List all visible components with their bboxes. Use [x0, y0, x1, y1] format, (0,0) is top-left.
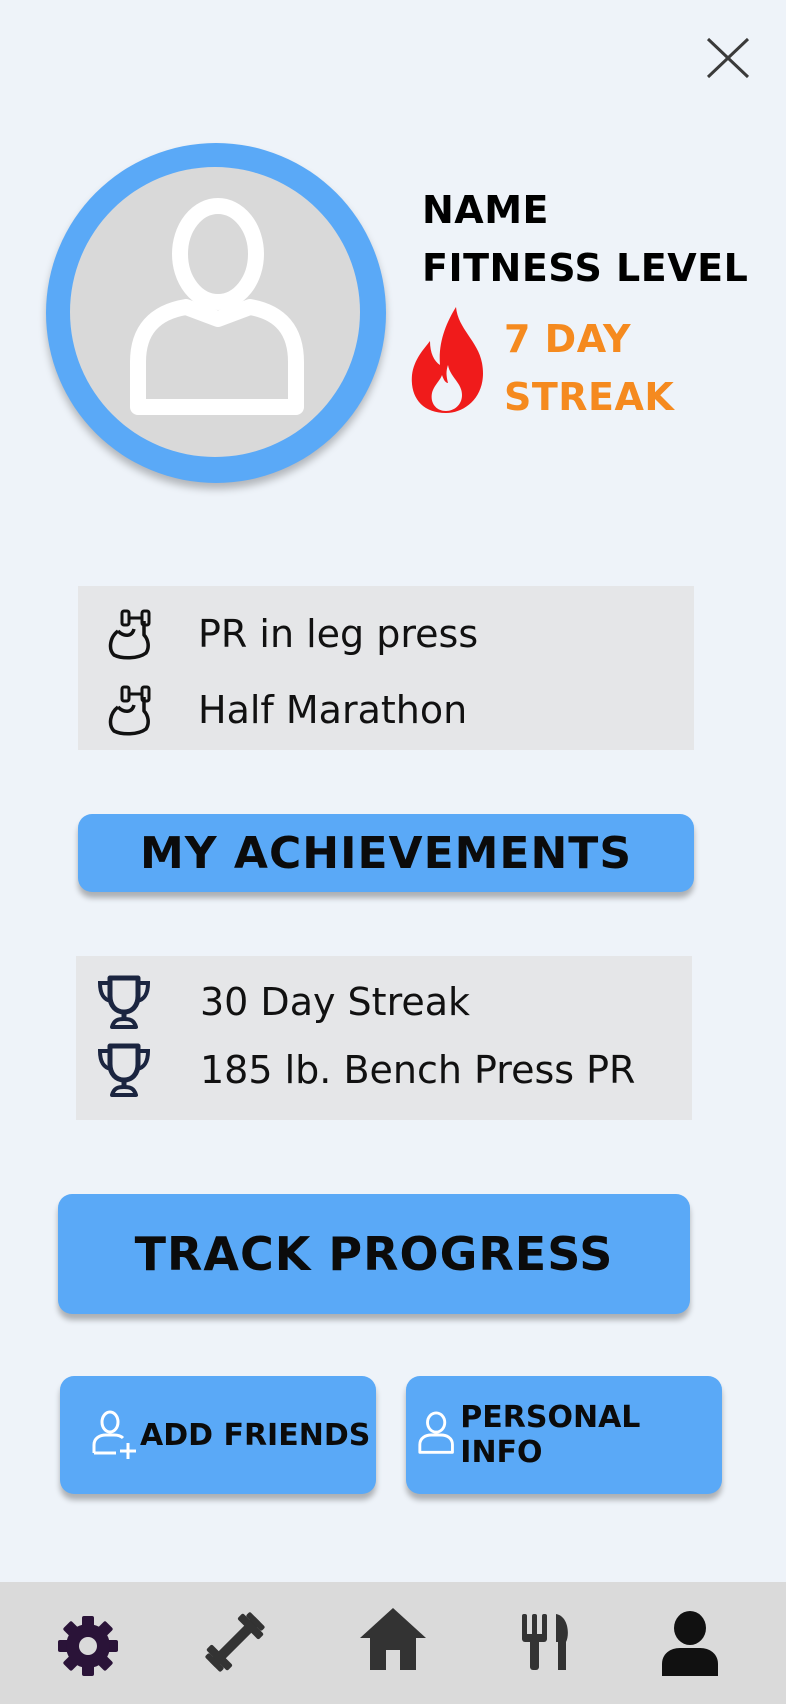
profile-icon: [662, 1611, 718, 1676]
user-icon: [418, 1411, 454, 1454]
add-user-icon: [92, 1410, 136, 1459]
close-icon: [706, 37, 750, 79]
close-button[interactable]: [700, 34, 756, 84]
nav-settings[interactable]: [56, 1614, 120, 1678]
streak-line-2: STREAK: [504, 375, 675, 419]
trophy-icon: [97, 1043, 151, 1097]
trophy-icon: [97, 975, 151, 1029]
list-item: 185 lb. Bench Press PR: [96, 1040, 635, 1100]
my-achievements-button[interactable]: MY ACHIEVEMENTS: [78, 814, 694, 892]
user-avatar-icon: [130, 198, 304, 415]
nav-workout[interactable]: [200, 1606, 270, 1678]
bottom-nav: [0, 1582, 786, 1704]
list-item-label: 185 lb. Bench Press PR: [200, 1048, 636, 1092]
personal-info-label: PERSONAL INFO: [460, 1400, 641, 1470]
list-item: 30 Day Streak: [96, 972, 470, 1032]
track-progress-button[interactable]: TRACK PROGRESS: [58, 1194, 690, 1314]
fork-knife-icon: [522, 1614, 568, 1670]
streak-label: 7 DAY STREAK: [504, 310, 674, 426]
dumbbell-icon: [205, 1612, 265, 1672]
personal-info-button[interactable]: PERSONAL INFO: [406, 1376, 722, 1494]
nav-profile[interactable]: [660, 1610, 720, 1678]
avatar[interactable]: [46, 143, 386, 483]
gear-icon: [58, 1616, 118, 1676]
flame-icon: [408, 303, 490, 415]
flexed-arm-dumbbell-icon: [108, 609, 151, 660]
list-item: PR in leg press: [104, 606, 478, 662]
list-item-label: Half Marathon: [198, 688, 468, 732]
flexed-arm-dumbbell-icon: [108, 685, 151, 736]
list-item-label: PR in leg press: [198, 612, 479, 656]
profile-name: NAME: [422, 188, 549, 232]
list-item-label: 30 Day Streak: [200, 980, 471, 1024]
recent-activity-card: PR in leg press Half Marathon: [78, 586, 694, 750]
achievements-card: 30 Day Streak 185 lb. Bench Press PR: [76, 956, 692, 1120]
add-friends-button[interactable]: ADD FRIENDS: [60, 1376, 376, 1494]
nav-home[interactable]: [358, 1606, 428, 1672]
nav-nutrition[interactable]: [520, 1612, 572, 1672]
fitness-level: FITNESS LEVEL: [422, 246, 749, 290]
home-icon: [360, 1608, 426, 1670]
list-item: Half Marathon: [104, 682, 467, 738]
streak-line-1: 7 DAY: [504, 317, 632, 361]
my-achievements-label: MY ACHIEVEMENTS: [139, 827, 633, 879]
add-friends-label: ADD FRIENDS: [140, 1417, 371, 1453]
track-progress-label: TRACK PROGRESS: [134, 1227, 614, 1281]
